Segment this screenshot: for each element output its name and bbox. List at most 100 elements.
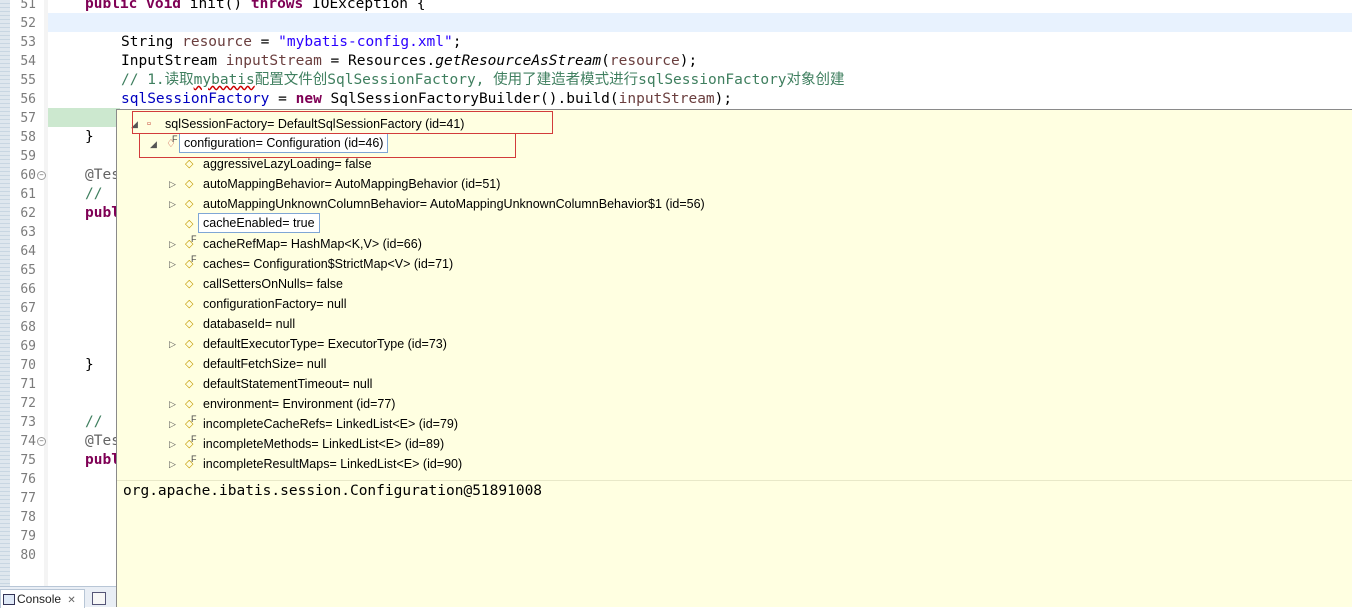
tree-row-label: incompleteMethods= LinkedList<E> (id=89): [203, 437, 445, 451]
tree-row[interactable]: ▷ ◇ FincompleteResultMaps= LinkedList<E> (…: [117, 454, 1347, 474]
final-modifier-icon: F: [191, 414, 197, 424]
tree-row-label: autoMappingBehavior= AutoMappingBehavior…: [203, 177, 501, 191]
tree-row-label: defaultExecutorType= ExecutorType (id=73…: [203, 337, 447, 351]
line-number: 59: [20, 149, 36, 164]
tree-row[interactable]: ◇ defaultStatementTimeout= null: [117, 374, 1347, 394]
field-icon: ◇: [185, 338, 194, 350]
final-modifier-icon: F: [191, 254, 197, 264]
tree-row-label: databaseId= null: [203, 317, 296, 331]
tree-row-label: configurationFactory= null: [203, 297, 347, 311]
code-line-58[interactable]: }: [85, 128, 94, 147]
collapsed-arrow-icon[interactable]: ▷: [169, 454, 176, 474]
tree-row-label: environment= Environment (id=77): [203, 397, 396, 411]
tree-row[interactable]: ◇ callSettersOnNulls= false: [117, 274, 1347, 294]
code-line-73-comment[interactable]: //: [85, 413, 111, 432]
line-number: 79: [20, 529, 36, 544]
variables-tree[interactable]: ◢ ▫ sqlSessionFactory= DefaultSqlSessionFa…: [117, 110, 1352, 480]
line-number: 78: [20, 510, 36, 525]
line-number: 57: [20, 111, 36, 126]
line-number: 66: [20, 282, 36, 297]
field-icon: ◇: [185, 198, 194, 210]
overview-ruler: [0, 0, 10, 586]
tree-row[interactable]: ▷ ◇ FincompleteMethods= LinkedList<E> (id=…: [117, 434, 1347, 454]
tree-row[interactable]: ◇ configurationFactory= null: [117, 294, 1347, 314]
tree-row[interactable]: ▷ ◇ autoMappingBehavior= AutoMappingBehavi…: [117, 174, 1347, 194]
line-number: 71: [20, 377, 36, 392]
code-line-53[interactable]: String resource = "mybatis-config.xml";: [121, 33, 462, 52]
code-line-74-annotation[interactable]: @Tes: [85, 432, 120, 451]
field-icon: ◇: [185, 358, 194, 370]
tree-row-label: incompleteCacheRefs= LinkedList<E> (id=7…: [203, 417, 459, 431]
line-number: 72: [20, 396, 36, 411]
tree-row-label: autoMappingUnknownColumnBehavior= AutoMa…: [203, 197, 705, 211]
code-line-60-annotation[interactable]: @Tes: [85, 166, 120, 185]
line-number: 65: [20, 263, 36, 278]
final-modifier-icon: F: [191, 234, 197, 244]
line-number: 62: [20, 206, 36, 221]
line-number: 60: [20, 168, 36, 183]
collapsed-arrow-icon[interactable]: ▷: [169, 194, 176, 214]
line-number: 69: [20, 339, 36, 354]
collapsed-arrow-icon[interactable]: ▷: [169, 434, 176, 454]
collapsed-arrow-icon[interactable]: ▷: [169, 174, 176, 194]
tree-row[interactable]: ▷ ◇ environment= Environment (id=77): [117, 394, 1347, 414]
tree-row[interactable]: ▷ ◇ autoMappingUnknownColumnBehavior= Auto…: [117, 194, 1347, 214]
tree-row-label: cacheEnabled= true: [198, 213, 320, 233]
tree-row[interactable]: ◇ defaultFetchSize= null: [117, 354, 1347, 374]
tree-row-label: cacheRefMap= HashMap<K,V> (id=66): [203, 237, 422, 251]
line-number: 54: [20, 54, 36, 69]
code-line-54[interactable]: InputStream inputStream = Resources.getR…: [121, 52, 697, 71]
collapsed-arrow-icon[interactable]: ▷: [169, 254, 176, 274]
tree-row[interactable]: ▷ ◇ defaultExecutorType= ExecutorType (id=…: [117, 334, 1347, 354]
code-line-75[interactable]: publ: [85, 451, 120, 470]
fold-toggle-icon[interactable]: −: [37, 171, 46, 180]
line-number: 56: [20, 92, 36, 107]
final-modifier-icon: F: [191, 434, 197, 444]
tree-row-label: incompleteResultMaps= LinkedList<E> (id=…: [203, 457, 463, 471]
tree-row[interactable]: ▷ ◇ FincompleteCacheRefs= LinkedList<E> (i…: [117, 414, 1347, 434]
line-number: 51: [20, 0, 36, 12]
console-tab[interactable]: Console ✕: [0, 589, 85, 608]
field-icon: ◇: [185, 378, 194, 390]
console-tab-label: Console: [17, 592, 62, 606]
code-line-51[interactable]: public void init() throws IOException {: [85, 0, 425, 14]
detail-pane-splitter[interactable]: [117, 480, 1352, 481]
tree-row-label: defaultFetchSize= null: [203, 357, 327, 371]
close-icon[interactable]: ✕: [67, 595, 75, 606]
line-number: 80: [20, 548, 36, 563]
code-line-70[interactable]: }: [85, 356, 94, 375]
code-line-56[interactable]: sqlSessionFactory = new SqlSessionFactor…: [121, 90, 732, 109]
collapsed-arrow-icon[interactable]: ▷: [169, 234, 176, 254]
problems-view-icon[interactable]: [92, 592, 106, 605]
code-line-61-comment[interactable]: //: [85, 185, 111, 204]
code-line-55-comment[interactable]: // 1.读取mybatis配置文件创SqlSessionFactory, 使用…: [121, 71, 845, 90]
tree-row[interactable]: ▷ ◇ Fcaches= Configuration$StrictMap<V> (i…: [117, 254, 1347, 274]
tree-row[interactable]: ◇ cacheEnabled= true: [117, 213, 1347, 234]
collapsed-arrow-icon[interactable]: ▷: [169, 394, 176, 414]
debug-inspect-popup: ◢ ▫ sqlSessionFactory= DefaultSqlSessionFa…: [116, 109, 1352, 607]
field-icon: ◇: [185, 278, 194, 290]
console-icon: [3, 594, 15, 605]
field-icon: ◇: [185, 298, 194, 310]
line-number: 73: [20, 415, 36, 430]
code-line-62[interactable]: publ: [85, 204, 120, 223]
collapsed-arrow-icon[interactable]: ▷: [169, 414, 176, 434]
detail-pane-value[interactable]: org.apache.ibatis.session.Configuration@…: [123, 483, 542, 499]
line-number: 63: [20, 225, 36, 240]
line-number: 70: [20, 358, 36, 373]
tree-row[interactable]: ▷ ◇ FcacheRefMap= HashMap<K,V> (id=66): [117, 234, 1347, 254]
highlight-annotation-box: [132, 111, 553, 134]
line-number: 61: [20, 187, 36, 202]
tree-row[interactable]: ◇ databaseId= null: [117, 314, 1347, 334]
fold-toggle-icon[interactable]: −: [37, 437, 46, 446]
current-line-highlight: [48, 13, 1352, 32]
tree-row-label: defaultStatementTimeout= null: [203, 377, 373, 391]
line-number: 68: [20, 320, 36, 335]
line-number: 75: [20, 453, 36, 468]
line-number: 53: [20, 35, 36, 50]
highlight-annotation-box: [139, 133, 516, 158]
collapsed-arrow-icon[interactable]: ▷: [169, 334, 176, 354]
annotation-ruler: [44, 0, 48, 586]
line-number: 74: [20, 434, 36, 449]
field-icon: ◇: [185, 178, 194, 190]
